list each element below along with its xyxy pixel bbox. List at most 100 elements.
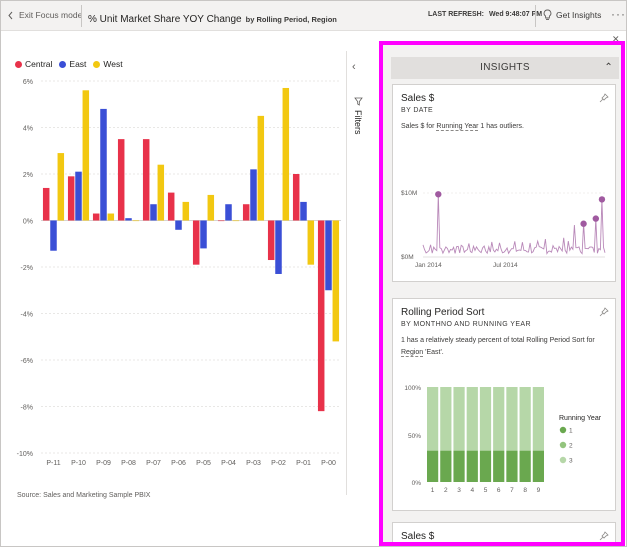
bar-segment-year-1[interactable] xyxy=(453,450,465,482)
bar-east-p-06[interactable] xyxy=(175,220,182,230)
bar-segment-year-2-3[interactable] xyxy=(493,387,505,451)
x-tick-label: P-02 xyxy=(271,460,286,467)
bar-west-p-01[interactable] xyxy=(307,220,315,265)
chevron-up-icon[interactable]: ⌃ xyxy=(604,57,613,79)
bar-west-p-05[interactable] xyxy=(207,194,215,221)
bar-segment-year-1[interactable] xyxy=(532,450,544,482)
bar-west-p-10[interactable] xyxy=(82,90,90,221)
y-tick-label: 4% xyxy=(23,126,33,133)
bar-segment-year-1[interactable] xyxy=(519,450,531,482)
bar-segment-year-1[interactable] xyxy=(466,450,478,482)
more-options-icon[interactable]: ··· xyxy=(611,7,626,21)
legend-item-east[interactable]: East xyxy=(59,59,86,69)
bar-east-p-01[interactable] xyxy=(300,201,307,221)
insight-card-sales-by-date[interactable]: Sales $ BY DATE Sales $ for Running Year… xyxy=(392,84,616,282)
bar-east-p-05[interactable] xyxy=(200,220,207,249)
bar-segment-year-2-3[interactable] xyxy=(532,387,544,451)
y-axis-label: $0M xyxy=(401,254,414,261)
chevron-left-icon xyxy=(8,11,13,19)
bar-central-p-09[interactable] xyxy=(92,213,100,221)
bar-central-p-08[interactable] xyxy=(117,139,125,221)
bar-west-p-04[interactable] xyxy=(232,220,240,222)
bar-segment-year-1[interactable] xyxy=(427,450,439,482)
bar-east-p-09[interactable] xyxy=(100,108,107,221)
sales-line xyxy=(422,194,606,255)
bar-central-p-10[interactable] xyxy=(67,176,75,221)
bar-segment-year-2-3[interactable] xyxy=(440,387,452,451)
insights-pane: INSIGHTS ⌃ Sales $ BY DATE Sales $ for R… xyxy=(379,41,625,546)
lightbulb-icon xyxy=(543,9,552,20)
bar-central-p-07[interactable] xyxy=(142,139,150,221)
bar-segment-year-1[interactable] xyxy=(479,450,492,482)
legend-label: East xyxy=(69,59,87,69)
exit-focus-mode-button[interactable]: Exit Focus mode xyxy=(7,10,82,20)
bar-segment-year-1[interactable] xyxy=(493,450,505,482)
bar-west-p-02[interactable] xyxy=(282,87,290,221)
bar-segment-year-2-3[interactable] xyxy=(466,387,478,451)
bar-segment-year-2-3[interactable] xyxy=(453,387,465,451)
filters-pane-toggle[interactable]: Filters xyxy=(348,97,368,135)
bar-west-p-06[interactable] xyxy=(182,201,190,221)
bar-west-p-03[interactable] xyxy=(257,115,265,221)
get-insights-button[interactable]: Get Insights xyxy=(543,9,601,21)
collapse-filters-chevron-left-icon[interactable]: ‹ xyxy=(352,61,356,73)
legend-item-central[interactable]: Central xyxy=(15,59,52,69)
x-tick-label: P-00 xyxy=(321,460,336,467)
outlier-point[interactable] xyxy=(580,220,587,227)
divider xyxy=(535,5,536,27)
stacked-percent-bar-chart: 100% 50% 0% Running Year 1 2 3 1 2 3 4 5 6 7 8 9 xyxy=(404,385,602,494)
bar-central-p-05[interactable] xyxy=(192,220,200,265)
bar-east-p-00[interactable] xyxy=(325,220,332,291)
y-tick-label: -2% xyxy=(21,265,33,272)
outlier-point[interactable] xyxy=(598,196,606,203)
pin-icon[interactable] xyxy=(599,531,609,541)
bar-central-p-11[interactable] xyxy=(42,187,50,221)
y-tick-label: -4% xyxy=(21,312,33,319)
bar-west-p-09[interactable] xyxy=(107,213,115,221)
bar-segment-year-2-3[interactable] xyxy=(427,387,439,451)
insight-card-rolling-period-sort[interactable]: Rolling Period Sort BY MONTHNO AND RUNNI… xyxy=(392,298,616,511)
bar-west-p-07[interactable] xyxy=(157,164,165,221)
bar-west-p-08[interactable] xyxy=(132,220,140,222)
bar-central-p-00[interactable] xyxy=(317,220,325,412)
bar-segment-year-2-3[interactable] xyxy=(479,387,492,451)
legend-label[interactable]: 3 xyxy=(569,458,573,465)
bar-east-p-10[interactable] xyxy=(75,171,82,221)
bar-east-p-08[interactable] xyxy=(125,218,132,221)
bar-segment-year-1[interactable] xyxy=(506,450,518,482)
x-axis-label: Jan 2014 xyxy=(415,262,442,269)
x-axis-label: Jul 2014 xyxy=(493,262,518,269)
x-tick-label: 6 xyxy=(497,487,501,494)
legend-dot xyxy=(15,60,22,68)
legend-item-west[interactable]: West xyxy=(93,59,123,69)
y-tick-label: 0% xyxy=(23,219,33,226)
bar-segment-year-2-3[interactable] xyxy=(506,387,518,451)
legend-label: Central xyxy=(25,59,53,69)
bar-east-p-11[interactable] xyxy=(50,220,57,251)
bar-east-p-03[interactable] xyxy=(250,169,257,221)
insights-header[interactable]: INSIGHTS ⌃ xyxy=(391,57,619,79)
outlier-point[interactable] xyxy=(592,215,600,222)
bar-east-p-04[interactable] xyxy=(225,204,232,221)
bar-west-p-00[interactable] xyxy=(332,220,340,342)
bar-east-p-02[interactable] xyxy=(275,220,282,274)
bar-central-p-06[interactable] xyxy=(167,192,175,221)
x-tick-label: P-08 xyxy=(121,460,136,467)
bar-segment-year-2-3[interactable] xyxy=(519,387,531,451)
bar-central-p-02[interactable] xyxy=(267,220,275,261)
outlier-point[interactable] xyxy=(435,191,442,198)
y-axis-label: 50% xyxy=(408,433,421,440)
bar-central-p-03[interactable] xyxy=(242,204,250,221)
insight-card-sales[interactable]: Sales $ xyxy=(392,522,616,542)
bar-central-p-01[interactable] xyxy=(292,174,300,221)
visual-title-sub: by Rolling Period, Region xyxy=(245,15,337,24)
bar-east-p-07[interactable] xyxy=(150,204,157,221)
legend-label[interactable]: 1 xyxy=(569,428,573,435)
legend-title: Running Year xyxy=(559,415,602,422)
bar-central-p-04[interactable] xyxy=(217,220,225,222)
x-tick-label: 7 xyxy=(510,487,514,494)
bar-segment-year-1[interactable] xyxy=(440,450,452,482)
y-axis-label: 0% xyxy=(412,480,422,487)
bar-west-p-11[interactable] xyxy=(57,153,65,221)
legend-label[interactable]: 2 xyxy=(569,443,573,450)
